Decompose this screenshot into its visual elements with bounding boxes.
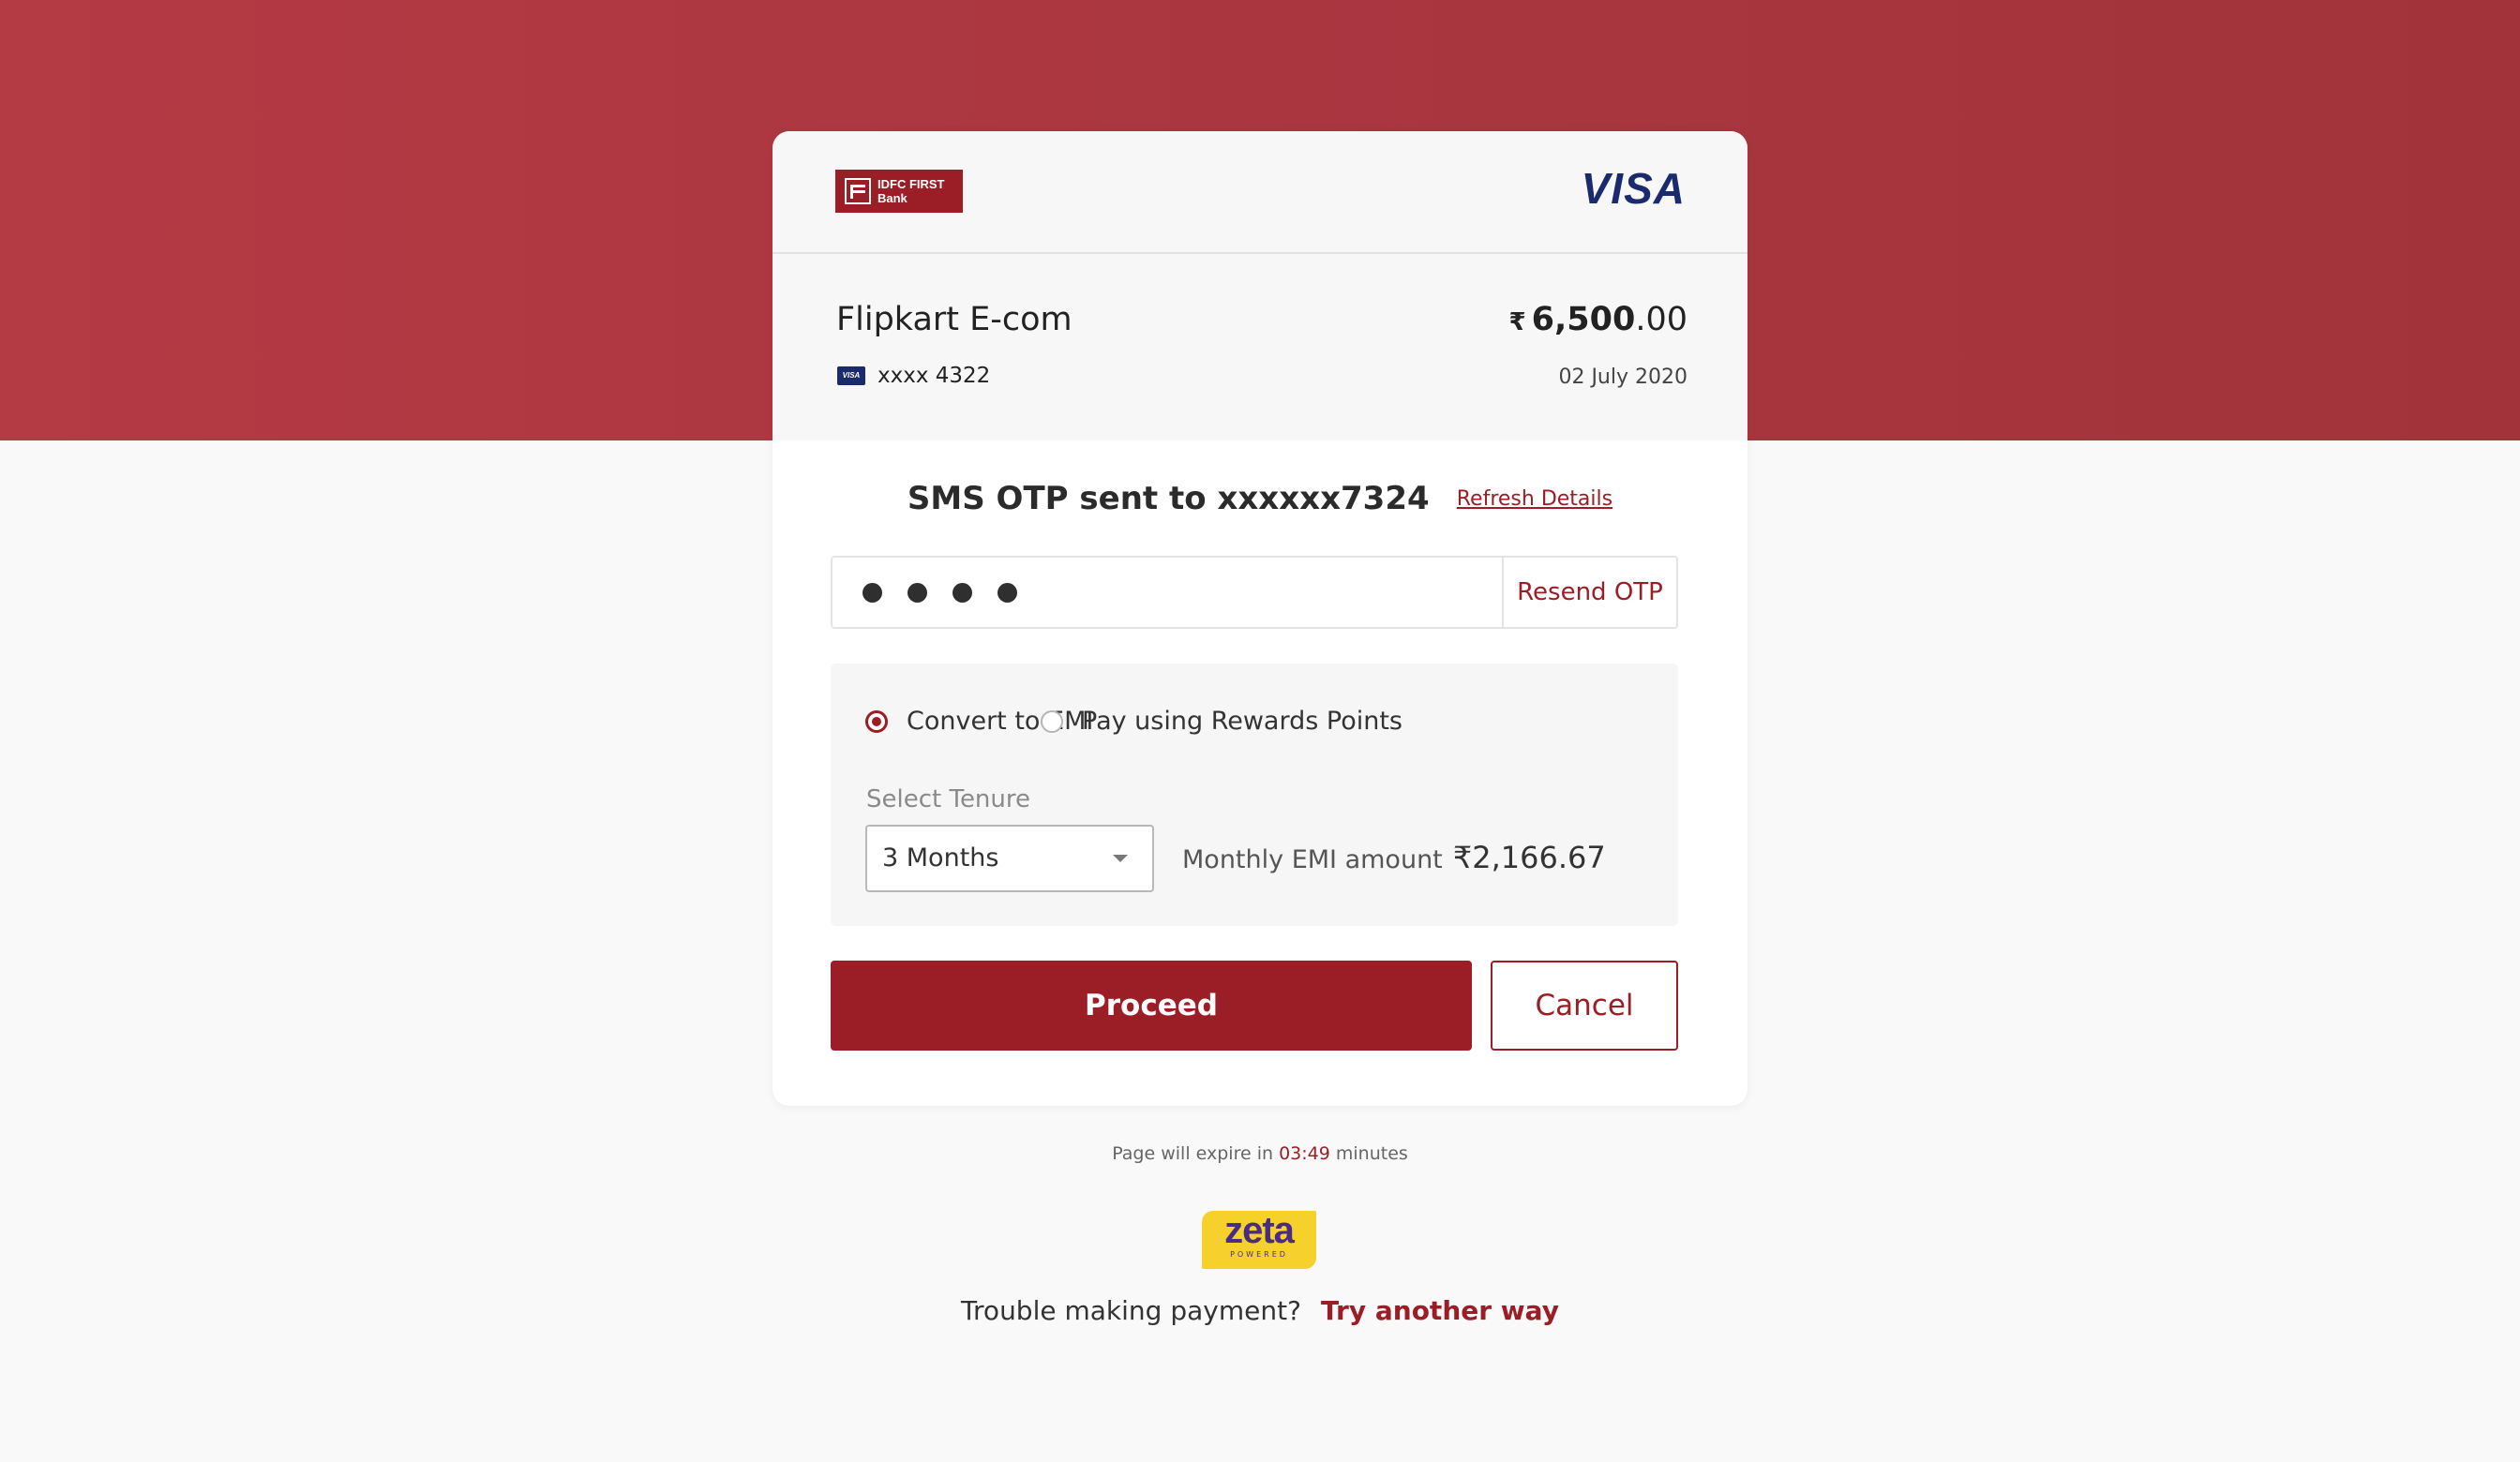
payment-options-panel: Convert to EMI Pay using Rewards Points …: [831, 664, 1678, 926]
bank-logo: IDFC FIRST Bank: [835, 170, 963, 213]
merchant-name: Flipkart E-com: [836, 301, 1072, 338]
option-label: Pay using Rewards Points: [1082, 707, 1402, 736]
tenure-selected-value: 3 Months: [882, 843, 999, 873]
otp-title: SMS OTP sent to xxxxxx7324: [907, 480, 1430, 517]
card-number: xxxx 4322: [878, 364, 991, 388]
bank-logo-icon: [845, 178, 871, 204]
radio-unselected-icon[interactable]: [1041, 709, 1063, 733]
otp-input[interactable]: Resend OTP: [831, 556, 1678, 629]
amount-minor: .00: [1635, 301, 1688, 338]
page-expiry-notice: Page will expire in 03:49 minutes: [0, 1143, 2520, 1164]
transaction-amount: ₹6,500.00: [1509, 301, 1688, 338]
try-another-way-link[interactable]: Try another way: [1321, 1295, 1559, 1326]
expire-suffix: minutes: [1335, 1143, 1408, 1164]
bank-logo-text: IDFC FIRST Bank: [878, 177, 945, 205]
transaction-summary: Flipkart E-com VISA xxxx 4322 ₹6,500.00 …: [772, 254, 1748, 440]
transaction-date: 02 July 2020: [1558, 366, 1688, 389]
expire-countdown: 03:49: [1279, 1143, 1330, 1164]
emi-amount-label: Monthly EMI amount: [1182, 845, 1443, 874]
proceed-button[interactable]: Proceed: [831, 961, 1472, 1051]
otp-dot: [998, 582, 1017, 603]
zeta-logo-text: zeta: [1224, 1210, 1295, 1251]
visa-logo: VISA: [1581, 164, 1686, 213]
bank-logo-line2: Bank: [878, 191, 908, 205]
emi-amount-value: ₹2,166.67: [1452, 840, 1606, 875]
refresh-details-link[interactable]: Refresh Details: [1457, 487, 1612, 511]
expire-prefix: Page will expire in: [1112, 1143, 1274, 1164]
amount-major: 6,500: [1531, 301, 1636, 338]
emi-amount-row: Monthly EMI amount ₹2,166.67: [1182, 840, 1606, 875]
tenure-select[interactable]: 3 Months: [865, 825, 1154, 892]
chevron-down-icon: [1113, 855, 1128, 862]
card-network-icon: VISA: [837, 366, 865, 385]
currency-symbol: ₹: [1508, 308, 1526, 336]
cancel-button[interactable]: Cancel: [1491, 961, 1678, 1051]
payment-card: IDFC FIRST Bank VISA Flipkart E-com VISA…: [772, 131, 1748, 1106]
trouble-row: Trouble making payment? Try another way: [0, 1295, 2520, 1326]
otp-dot: [908, 582, 927, 603]
zeta-powered-logo: zeta POWERED: [1202, 1211, 1316, 1269]
bank-logo-line1: IDFC FIRST: [878, 177, 945, 191]
otp-title-row: SMS OTP sent to xxxxxx7324 Refresh Detai…: [772, 480, 1748, 517]
option-pay-using-rewards[interactable]: Pay using Rewards Points: [1041, 707, 1402, 736]
trouble-text: Trouble making payment?: [961, 1295, 1301, 1326]
tenure-label: Select Tenure: [866, 785, 1031, 813]
resend-otp-button[interactable]: Resend OTP: [1502, 558, 1676, 627]
otp-masked-digits: [862, 558, 1042, 627]
radio-selected-icon[interactable]: [865, 709, 888, 733]
card-header: IDFC FIRST Bank VISA: [772, 131, 1748, 254]
otp-dot: [862, 582, 882, 603]
zeta-logo-subtext: POWERED: [1230, 1250, 1288, 1259]
otp-dot: [952, 582, 972, 603]
